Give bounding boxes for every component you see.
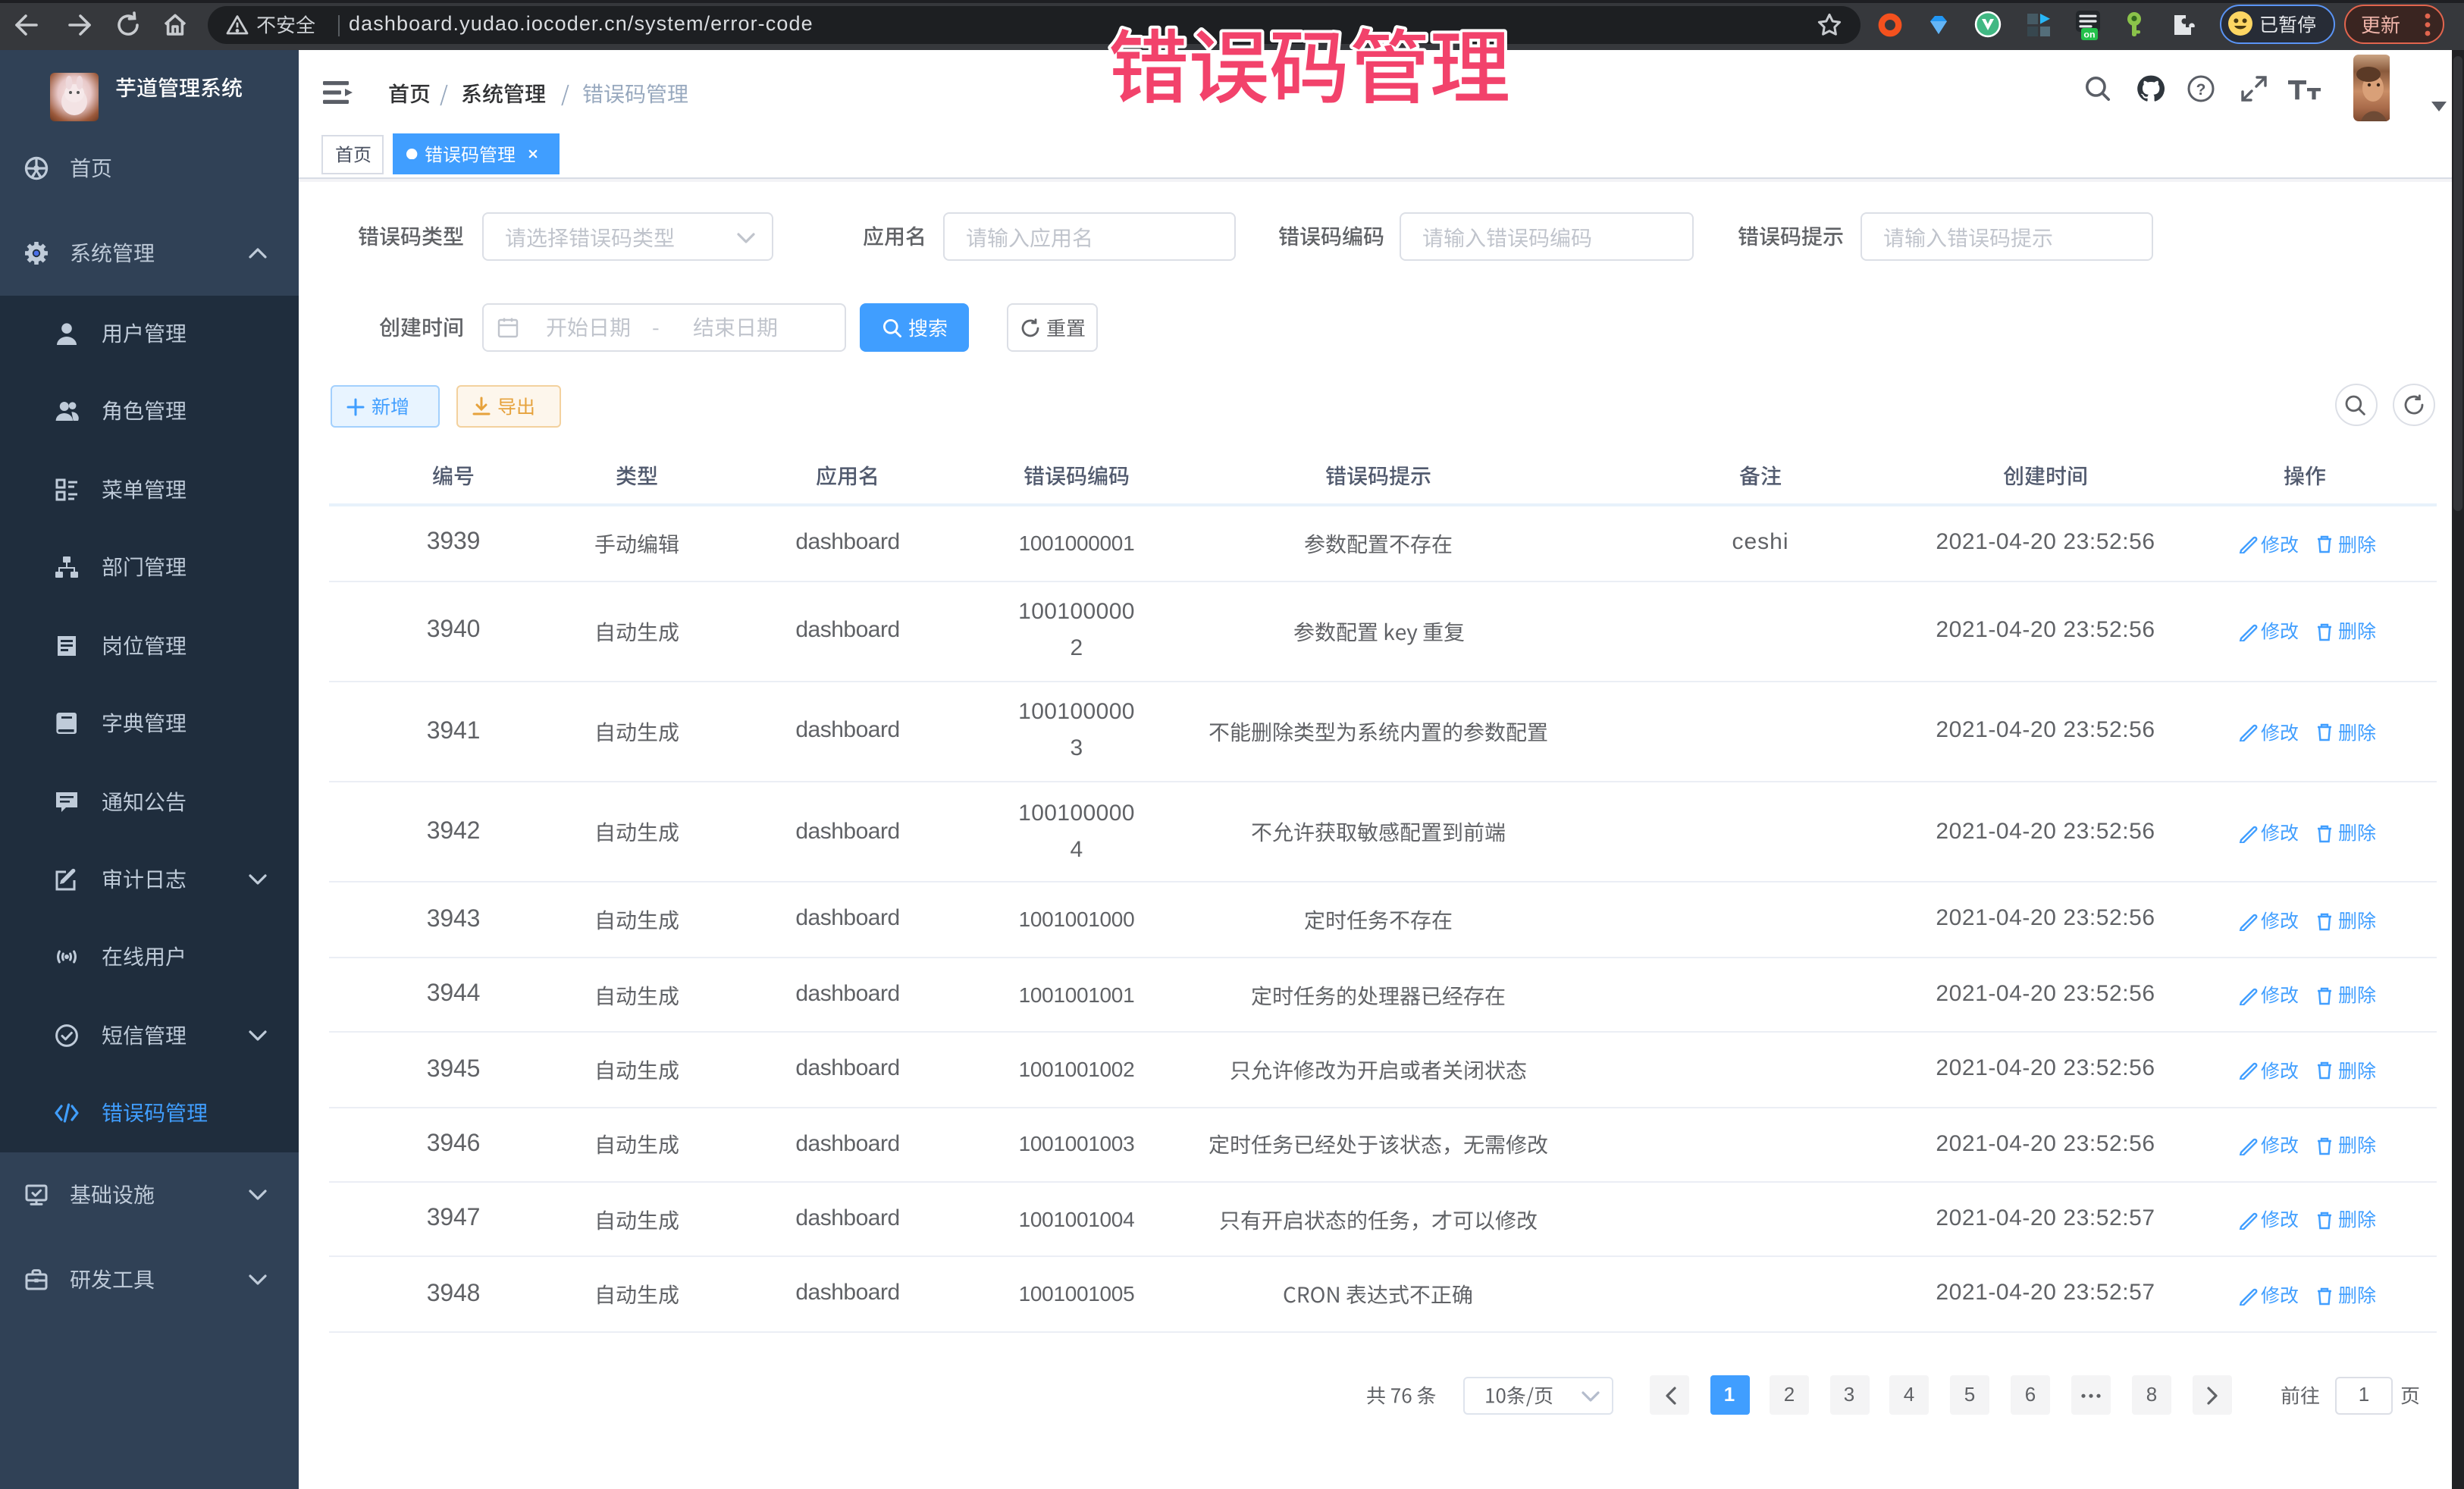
svg-text:on: on bbox=[2083, 30, 2095, 40]
svg-text:?: ? bbox=[2196, 81, 2206, 99]
